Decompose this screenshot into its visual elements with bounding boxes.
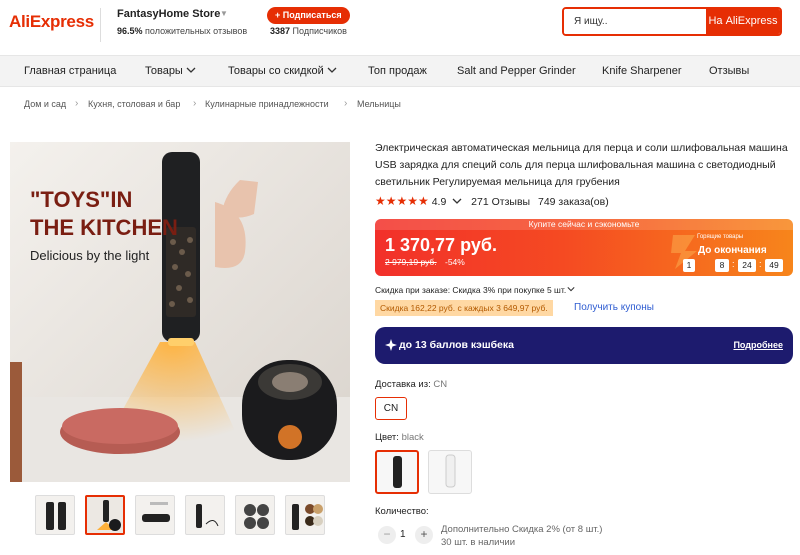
search-input[interactable] xyxy=(564,9,706,34)
chevron-down-icon xyxy=(327,67,337,73)
quantity-minus-button[interactable]: − xyxy=(378,526,396,544)
discount-percent: -54% xyxy=(445,257,465,267)
chevron-down-icon[interactable]: ▼ xyxy=(220,9,228,18)
thumbnail-image xyxy=(142,502,170,522)
subscribe-button[interactable]: + Подписаться xyxy=(267,7,350,24)
image-headline-line2: THE KITCHEN xyxy=(30,215,178,240)
cashback-more-link[interactable]: Подробнее xyxy=(733,340,783,350)
thumbnail[interactable] xyxy=(135,495,175,535)
breadcrumb-item[interactable]: Мельницы xyxy=(357,99,401,109)
store-rating-value: 96.5% xyxy=(117,26,143,36)
shipping-value: CN xyxy=(433,379,448,390)
cashback-icon xyxy=(385,339,397,351)
nav-item-reviews[interactable]: Отзывы xyxy=(709,65,749,77)
aliexpress-logo[interactable]: AliExpress xyxy=(9,12,94,32)
header-divider xyxy=(100,8,101,42)
breadcrumb-item[interactable]: Кулинарные принадлежности xyxy=(205,99,329,109)
product-title: Электрическая автоматическая мельница дл… xyxy=(375,142,788,188)
promo-banner: Купите сейчас и сэкономьте xyxy=(375,219,793,230)
breadcrumb-separator: › xyxy=(193,98,197,109)
quantity-label: Количество: xyxy=(375,506,429,517)
nav-item-home[interactable]: Главная страница xyxy=(24,65,116,77)
rating-value: 4.9 xyxy=(431,196,447,208)
image-headline-line1: "TOYS"IN xyxy=(30,187,133,212)
rating-stars: ★★★★★ xyxy=(375,194,429,208)
cashback-text: до 13 баллов кэшбека xyxy=(399,339,514,351)
rating-row: ★★★★★ 4.9 271 Отзывы 749 заказа(ов) xyxy=(375,194,609,208)
timer-separator: : xyxy=(732,259,735,269)
chevron-down-icon xyxy=(186,67,196,73)
search-bar: На AliExpress xyxy=(562,7,782,36)
current-price: 1 370,77 руб. xyxy=(385,235,497,255)
thumbnail[interactable] xyxy=(35,495,75,535)
timer-separator: : xyxy=(759,259,762,269)
quantity-plus-button[interactable]: + xyxy=(415,526,433,544)
black-grinder-image xyxy=(393,456,402,488)
thumbnail-image xyxy=(292,504,323,530)
timer-hours: 8 xyxy=(715,259,729,272)
order-discount-text: Скидка при заказе: Скидка 3% при покупке… xyxy=(375,285,567,295)
breadcrumb-separator: › xyxy=(75,98,79,109)
timer-days: 1 xyxy=(683,259,695,272)
price-promo-block: Купите сейчас и сэкономьте 1 370,77 руб.… xyxy=(375,219,793,276)
thumbnail-image xyxy=(196,504,219,528)
cashback-banner[interactable]: до 13 баллов кэшбека Подробнее xyxy=(375,327,793,364)
subscribers-text: Подписчиков xyxy=(292,26,347,36)
nav-item-sharpener[interactable]: Knife Sharpener xyxy=(602,65,682,77)
breadcrumb-separator: › xyxy=(344,98,348,109)
thumbnail-image xyxy=(244,504,269,529)
nav-item-sale[interactable]: Товары со скидкой xyxy=(228,65,337,77)
shipping-label: Доставка из: CN xyxy=(375,379,447,390)
coupon-tag: Скидка 162,22 руб. с каждых 3 649,97 руб… xyxy=(375,300,553,316)
nav-item-products-label: Товары xyxy=(145,65,183,77)
reviews-link[interactable]: 271 Отзывы xyxy=(471,196,530,208)
shipping-option-cn[interactable]: CN xyxy=(375,397,407,420)
store-nav: Главная страница Товары Товары со скидко… xyxy=(0,55,800,87)
nav-item-grinder[interactable]: Salt and Pepper Grinder xyxy=(457,65,576,77)
color-label-text: Цвет: xyxy=(375,432,399,443)
search-button[interactable]: На AliExpress xyxy=(706,9,780,34)
chevron-down-icon xyxy=(567,287,575,292)
thumbnail[interactable] xyxy=(185,495,225,535)
nav-item-products[interactable]: Товары xyxy=(145,65,196,77)
old-price: 2 979,19 руб. xyxy=(385,257,437,267)
thumbnail[interactable] xyxy=(285,495,325,535)
ends-label: До окончания xyxy=(698,245,767,256)
quantity-value[interactable]: 1 xyxy=(400,529,406,540)
image-headline: "TOYS"IN THE KITCHEN xyxy=(30,186,178,242)
thumbnail-image xyxy=(87,497,123,533)
subscribers-number: 3387 xyxy=(270,26,291,36)
thumbnail[interactable] xyxy=(235,495,275,535)
hot-label: Горящие товары xyxy=(697,234,744,240)
stock-count: 30 шт. в наличии xyxy=(441,537,516,548)
breadcrumb-item[interactable]: Дом и сад xyxy=(24,99,66,109)
order-discount[interactable]: Скидка при заказе: Скидка 3% при покупке… xyxy=(375,285,575,295)
store-header: AliExpress FantasyHome Store ▼ 96.5% пол… xyxy=(0,0,800,50)
thumbnail-image xyxy=(46,502,66,530)
orders-count: 749 заказа(ов) xyxy=(538,196,609,208)
get-coupons-link[interactable]: Получить купоны xyxy=(574,302,654,313)
chevron-down-icon[interactable] xyxy=(452,197,462,205)
color-option-white[interactable] xyxy=(428,450,472,494)
color-option-black[interactable] xyxy=(375,450,419,494)
store-rating-text: положительных отзывов xyxy=(145,26,248,36)
bulk-discount-note: Дополнительно Скидка 2% (от 8 шт.) xyxy=(441,524,603,535)
shipping-label-text: Доставка из: xyxy=(375,379,431,390)
color-label: Цвет: black xyxy=(375,432,424,443)
white-grinder-image xyxy=(445,454,456,488)
timer-seconds: 49 xyxy=(765,259,783,272)
product-main-image[interactable]: "TOYS"IN THE KITCHEN Delicious by the li… xyxy=(10,142,350,482)
subscribers-count: 3387 Подписчиков xyxy=(270,26,347,36)
store-rating: 96.5% положительных отзывов xyxy=(117,26,247,36)
breadcrumb-item[interactable]: Кухня, столовая и бар xyxy=(88,99,180,109)
nav-item-sale-label: Товары со скидкой xyxy=(228,65,324,77)
color-value: black xyxy=(401,432,424,443)
timer-minutes: 24 xyxy=(738,259,756,272)
thumbnail[interactable] xyxy=(85,495,125,535)
image-subline: Delicious by the light xyxy=(30,248,150,263)
store-name[interactable]: FantasyHome Store xyxy=(117,8,220,20)
nav-item-top[interactable]: Топ продаж xyxy=(368,65,427,77)
